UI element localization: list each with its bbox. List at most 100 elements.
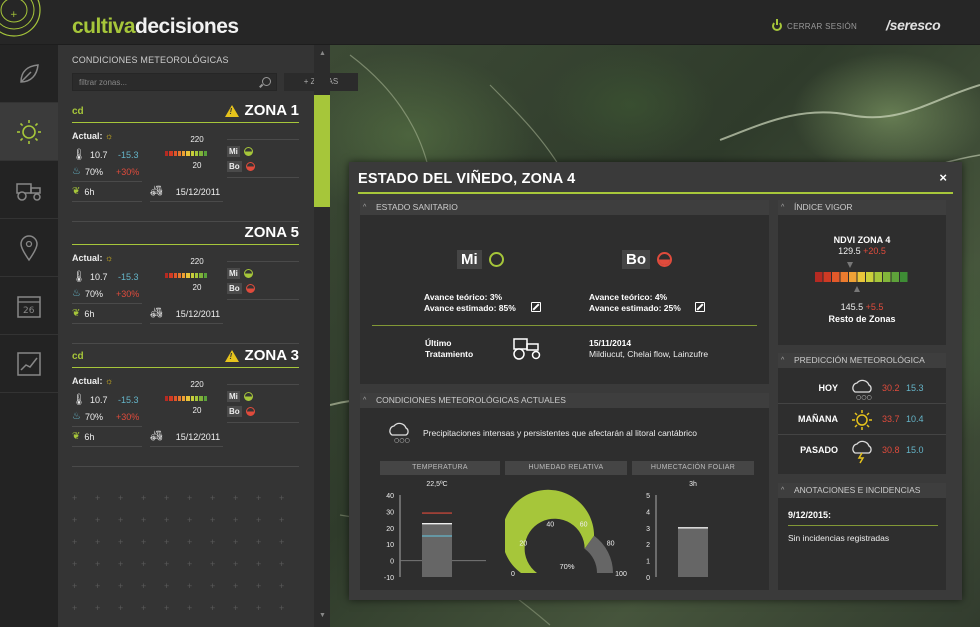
forecast-row-after-tomorrow[interactable]: PASADO 30.8 15.0 bbox=[778, 435, 946, 466]
vigor-section: ^ ÍNDICE VIGOR NDVI ZONA 4 129.5 +20.5 14… bbox=[778, 200, 946, 345]
wetness-row: ❦ 6h bbox=[72, 308, 94, 319]
zone-title: ZONA 1 bbox=[224, 102, 299, 119]
zone-filter-input[interactable]: filtrar zonas... bbox=[72, 73, 277, 91]
risk-gauge-max: 220 bbox=[190, 257, 204, 266]
annotations-header[interactable]: ^ ANOTACIONES E INCIDENCIAS bbox=[778, 483, 946, 498]
ndvi-scale-cell bbox=[849, 272, 857, 282]
row-divider bbox=[227, 384, 299, 385]
forecast-row-tomorrow[interactable]: MAÑANA 33.7 10.4 bbox=[778, 404, 946, 435]
forecast-section: ^ PREDICCIÓN METEOROLÓGICA HOY ○○○ 30.2 1… bbox=[778, 353, 946, 474]
zone-name: ZONA 1 bbox=[244, 102, 299, 119]
zone-name: ZONA 5 bbox=[244, 224, 299, 241]
y-tick-label: 4 bbox=[646, 509, 650, 516]
gauge-tick-label: 0 bbox=[511, 571, 515, 578]
rail-item-meteo[interactable] bbox=[0, 103, 58, 161]
mildiu-tag: Mi bbox=[227, 268, 240, 279]
humidity-delta: +30% bbox=[116, 411, 140, 422]
zone-header: ZONA 5 bbox=[72, 223, 299, 245]
last-treatment-row: 🚜︎ 15/12/2011 bbox=[150, 186, 220, 197]
tractor-icon: 🚜︎ bbox=[150, 431, 163, 442]
humidity-value: 70% bbox=[84, 288, 103, 299]
forecast-heading: PREDICCIÓN METEOROLÓGICA bbox=[794, 355, 925, 365]
top-header: + cultivadecisiones CERRAR SESIÓN /seres… bbox=[0, 0, 980, 45]
risk-gauge-min: 20 bbox=[192, 283, 202, 292]
y-tick-label: 2 bbox=[646, 542, 650, 549]
y-tick-label: 10 bbox=[386, 542, 394, 549]
collapse-icon[interactable]: ^ bbox=[781, 483, 784, 498]
risk-gauge-max: 220 bbox=[190, 135, 204, 144]
ndvi-scale-bar bbox=[815, 262, 908, 292]
humidity-drop-icon: ♨ bbox=[72, 411, 81, 422]
temperature-row: 🌡︎ 10.7 -15.3 bbox=[72, 270, 139, 283]
rail-item-mapa[interactable] bbox=[0, 219, 58, 277]
ndvi-scale-cell bbox=[815, 272, 823, 282]
ndvi-scale-cell bbox=[840, 272, 848, 282]
mildiu-label: Mi bbox=[457, 250, 482, 269]
zone-card[interactable]: cd ZONA 3 Actual: ☼ 🌡︎10.7 -15.3 ♨70% +30% ❦6… bbox=[72, 346, 299, 467]
partner-logo: /seresco bbox=[886, 17, 941, 33]
ndvi-rest-delta: +5.5 bbox=[865, 302, 884, 312]
warning-icon bbox=[224, 104, 239, 117]
zone-card[interactable]: cd ZONA 1 Actual: ☼ 🌡︎10.7 -15.3 ♨70% +30% ❦6… bbox=[72, 101, 299, 222]
tractor-icon bbox=[16, 182, 41, 201]
y-tick-label: 0 bbox=[646, 575, 650, 582]
forecast-row-today[interactable]: HOY ○○○ 30.2 15.3 bbox=[778, 373, 946, 404]
annotation-text: Sin incidencias registradas bbox=[788, 533, 890, 543]
leaf-icon bbox=[20, 63, 39, 83]
rail-item-calendario[interactable]: 26 bbox=[0, 277, 58, 335]
rail-item-estadisticas[interactable] bbox=[0, 335, 58, 393]
status-ok-icon bbox=[243, 392, 253, 401]
edit-icon[interactable] bbox=[531, 302, 541, 312]
humidity-row: ♨ 70% +30% bbox=[72, 288, 139, 299]
humidity-header: HUMEDAD RELATIVA bbox=[505, 461, 627, 475]
actual-label: Actual: bbox=[72, 376, 103, 386]
vigor-header[interactable]: ^ ÍNDICE VIGOR bbox=[778, 200, 946, 215]
storm-cloud-icon bbox=[852, 440, 872, 464]
scroll-up-icon[interactable]: ▲ bbox=[319, 50, 326, 57]
zone-card[interactable]: ZONA 5 Actual: ☼ 🌡︎ 10.7 -15.3 ♨ 70% +30% ❦ 6h 2… bbox=[72, 223, 299, 344]
close-icon[interactable]: × bbox=[939, 170, 947, 185]
y-tick-label: 0 bbox=[390, 559, 394, 566]
brand-logo[interactable]: cultivadecisiones bbox=[72, 15, 239, 39]
collapse-icon[interactable]: ^ bbox=[781, 200, 784, 215]
card-divider bbox=[72, 221, 299, 222]
scroll-down-icon[interactable]: ▼ bbox=[319, 612, 326, 619]
ndvi-scale-cell bbox=[874, 272, 882, 282]
edit-icon[interactable] bbox=[695, 302, 705, 312]
gauge-tick-label: 60 bbox=[580, 522, 588, 529]
leaf-wet-icon: ❦ bbox=[72, 431, 81, 442]
scrollbar-thumb[interactable] bbox=[314, 95, 330, 207]
forecast-high: 30.8 bbox=[882, 445, 900, 455]
collapse-icon[interactable]: ^ bbox=[781, 353, 784, 368]
current-weather-header[interactable]: ^ CONDICIONES METEOROLÓGICAS ACTUALES bbox=[360, 393, 769, 408]
logout-button[interactable]: CERRAR SESIÓN bbox=[772, 19, 857, 31]
rail-item-tratamientos[interactable] bbox=[0, 161, 58, 219]
collapse-icon[interactable]: ^ bbox=[363, 393, 366, 408]
forecast-header[interactable]: ^ PREDICCIÓN METEOROLÓGICA bbox=[778, 353, 946, 368]
section-divider bbox=[372, 325, 757, 326]
status-alert-icon bbox=[245, 284, 255, 293]
thermometer-icon: 🌡︎ bbox=[72, 149, 86, 161]
collapse-icon[interactable]: ^ bbox=[363, 200, 366, 215]
leaf-wet-icon: ❦ bbox=[72, 308, 81, 319]
forecast-day: MAÑANA bbox=[798, 414, 838, 424]
row-divider bbox=[72, 426, 142, 427]
rail-item-cultivo[interactable] bbox=[0, 45, 58, 103]
sanitary-header[interactable]: ^ ESTADO SANITARIO bbox=[360, 200, 769, 215]
botrytis-tag: Bo bbox=[227, 406, 242, 417]
icon-rail: 26 bbox=[0, 45, 58, 627]
last-treatment-label-1: Último bbox=[425, 338, 452, 348]
current-weather-row: Actual: ☼ bbox=[72, 131, 113, 141]
bar-data-label: 3h bbox=[689, 481, 697, 488]
humidity-row: ♨ 70% +30% bbox=[72, 411, 139, 422]
forecast-day: PASADO bbox=[800, 445, 838, 455]
row-divider bbox=[227, 139, 299, 140]
last-treatment-date: 15/12/2011 bbox=[175, 308, 221, 319]
panel-title: CONDICIONES METEOROLÓGICAS bbox=[72, 55, 229, 65]
botrytis-status: Bo bbox=[622, 250, 672, 269]
botrytis-label: Bo bbox=[622, 250, 650, 269]
humidity-row: ♨ 70% +30% bbox=[72, 166, 139, 177]
ndvi-zone-value: 129.5 +20.5 bbox=[778, 246, 946, 256]
last-treatment-label: Último Tratamiento bbox=[425, 338, 473, 360]
risk-gauge-max: 220 bbox=[190, 380, 204, 389]
